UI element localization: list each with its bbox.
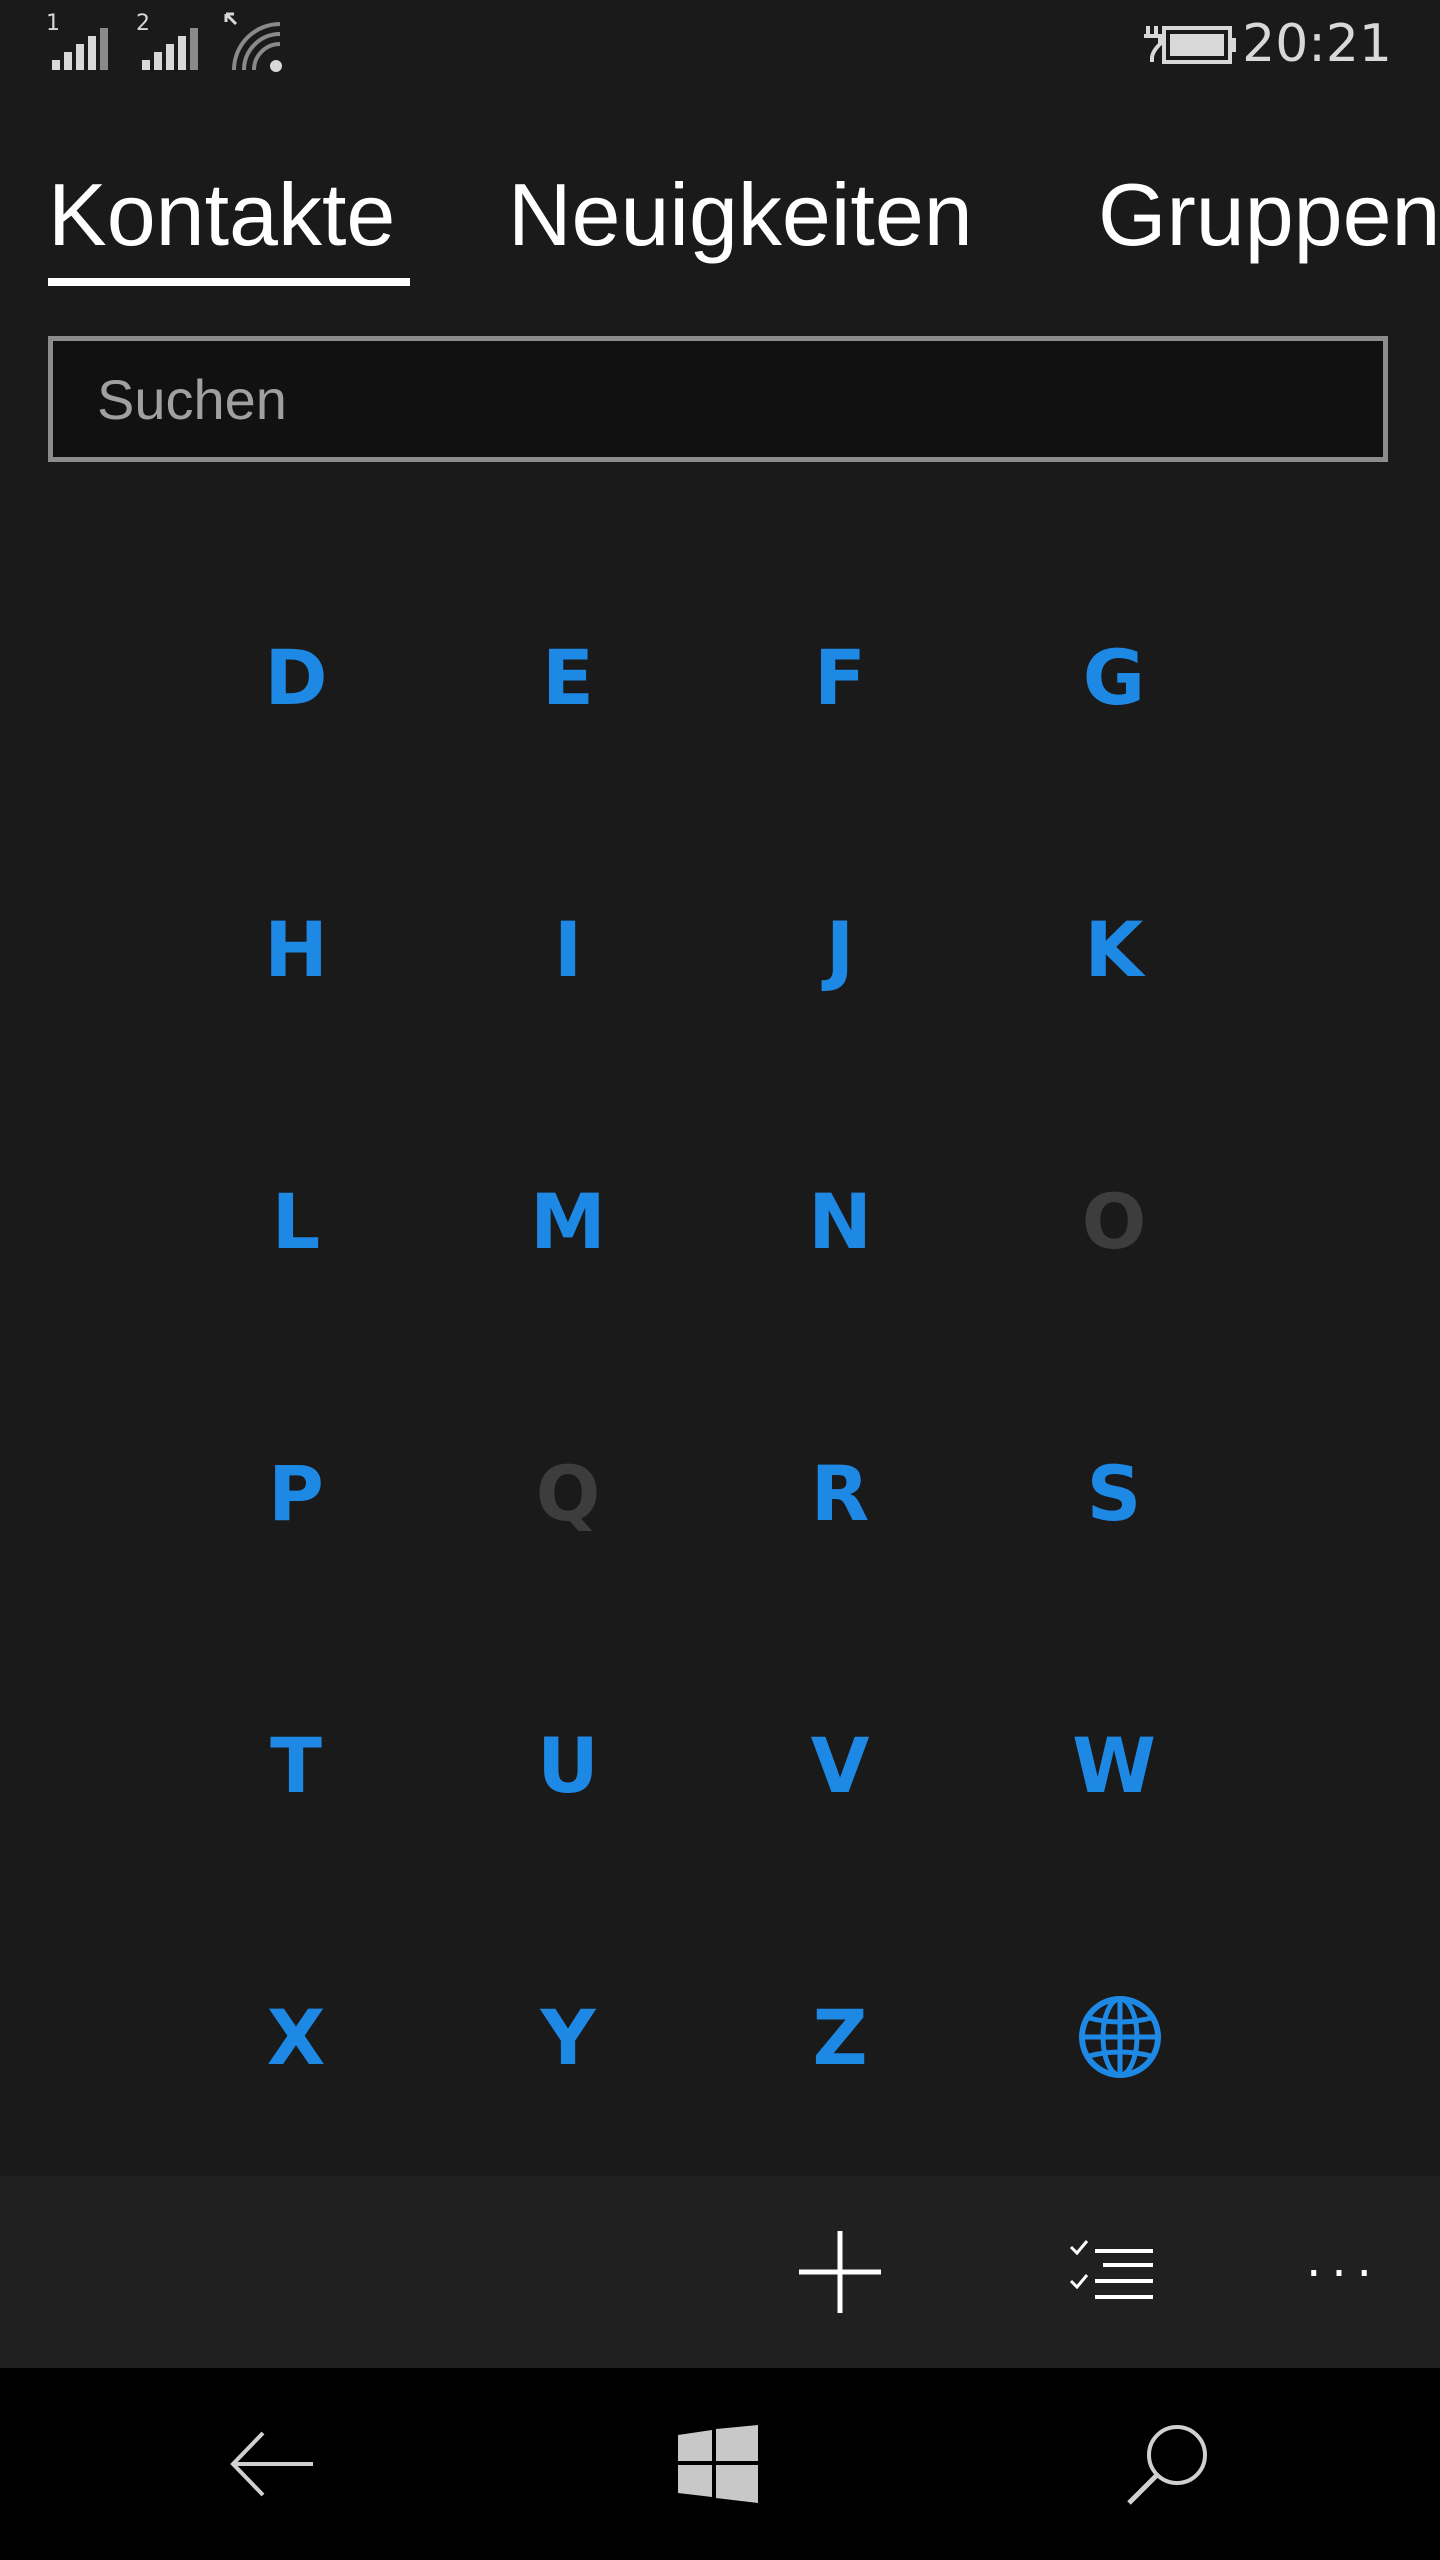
- jump-letter-i[interactable]: I: [468, 875, 668, 1025]
- search-icon: [1127, 2425, 1207, 2505]
- select-button[interactable]: [1054, 2212, 1174, 2332]
- system-search-button[interactable]: [1108, 2404, 1228, 2524]
- jump-letter-y[interactable]: Y: [468, 1963, 668, 2113]
- tab-selected-underline: [48, 278, 410, 286]
- jump-letter-g[interactable]: G: [1014, 603, 1214, 753]
- tab-neuigkeiten[interactable]: Neuigkeiten: [508, 150, 973, 280]
- contacts-screen: 1 2 20:21 Kontakte Neuigkeiten Gruppen S…: [0, 0, 1440, 2560]
- add-contact-button[interactable]: [780, 2212, 900, 2332]
- jump-letter-t[interactable]: T: [196, 1691, 396, 1841]
- jump-letter-x[interactable]: X: [196, 1963, 396, 2113]
- back-arrow-icon: [230, 2431, 313, 2497]
- jump-letter-u[interactable]: U: [468, 1691, 668, 1841]
- search-input[interactable]: [48, 336, 1388, 462]
- back-button[interactable]: [212, 2404, 332, 2524]
- jump-letter-m[interactable]: M: [468, 1147, 668, 1297]
- jump-letter-j[interactable]: J: [740, 875, 940, 1025]
- jump-letter-h[interactable]: H: [196, 875, 396, 1025]
- pivot-header: Kontakte Neuigkeiten Gruppen: [0, 150, 1440, 290]
- jump-letter-q: Q: [535, 1449, 601, 1538]
- globe-icon: [1079, 1996, 1161, 2078]
- wifi-icon: [222, 10, 292, 78]
- app-bar: ...: [0, 2176, 1440, 2368]
- jump-letter-w[interactable]: W: [1014, 1691, 1214, 1841]
- jump-letter-z[interactable]: Z: [740, 1963, 940, 2113]
- jump-letter-l[interactable]: L: [196, 1147, 396, 1297]
- tab-kontakte[interactable]: Kontakte: [48, 150, 395, 280]
- jump-letter-s[interactable]: S: [1014, 1419, 1214, 1569]
- status-time: 20:21: [1242, 14, 1392, 74]
- jump-letter-n[interactable]: N: [740, 1147, 940, 1297]
- add-icon: [799, 2231, 881, 2313]
- status-bar: 1 2 20:21: [0, 0, 1440, 100]
- jump-letter-r[interactable]: R: [740, 1419, 940, 1569]
- battery-charging-icon: [1142, 14, 1238, 78]
- jump-letter-k[interactable]: K: [1014, 875, 1214, 1025]
- jump-letter-f[interactable]: F: [740, 603, 940, 753]
- jump-globe-button[interactable]: [1020, 1957, 1220, 2107]
- signal-sim2-icon: 2: [134, 10, 204, 78]
- sim2-number: 2: [136, 11, 150, 36]
- select-list-icon: [1069, 2240, 1153, 2299]
- jump-letter-d[interactable]: D: [196, 603, 396, 753]
- jump-letter-p[interactable]: P: [196, 1419, 396, 1569]
- jump-letter-v[interactable]: V: [740, 1691, 940, 1841]
- sim1-number: 1: [46, 11, 60, 36]
- system-nav-bar: [0, 2368, 1440, 2560]
- jump-letter-o: O: [1081, 1177, 1147, 1266]
- jump-letter-e[interactable]: E: [468, 603, 668, 753]
- more-icon: ...: [1306, 2232, 1382, 2288]
- windows-logo-icon: [678, 2425, 758, 2503]
- start-button[interactable]: [658, 2404, 778, 2524]
- signal-sim1-icon: 1: [44, 10, 114, 78]
- more-button[interactable]: ...: [1284, 2212, 1404, 2332]
- tab-gruppen[interactable]: Gruppen: [1098, 150, 1440, 280]
